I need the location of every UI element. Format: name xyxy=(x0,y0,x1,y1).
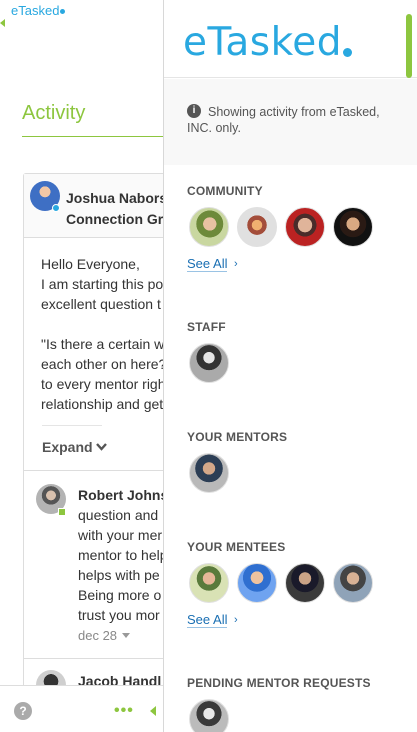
post-body: Hello Everyone, I am starting this po ex… xyxy=(41,254,181,414)
expand-button[interactable]: Expand xyxy=(42,439,108,455)
avatar[interactable] xyxy=(237,207,277,247)
title-underline xyxy=(22,136,163,137)
avatar[interactable] xyxy=(189,563,229,603)
divider xyxy=(42,425,102,426)
post-body-gap xyxy=(41,314,181,334)
post-body-line: "Is there a certain w xyxy=(41,336,165,352)
back-arrow-icon[interactable] xyxy=(0,19,5,27)
avatar[interactable] xyxy=(285,563,325,603)
chevron-right-icon: › xyxy=(234,614,238,626)
comment-date[interactable]: dec 28 xyxy=(78,628,131,643)
section-title-mentors: YOUR MENTORS xyxy=(187,430,288,444)
avatar[interactable] xyxy=(237,563,277,603)
more-icon[interactable]: ••• xyxy=(114,702,134,720)
see-all-community-link[interactable]: See All xyxy=(187,256,228,272)
avatar[interactable] xyxy=(189,343,229,383)
caret-down-icon xyxy=(122,633,131,638)
post-body-line: I am starting this po xyxy=(41,276,164,292)
divider xyxy=(24,658,182,659)
screen: eTasked Activity Joshua Nabors Connectio… xyxy=(0,0,417,732)
chevron-right-icon: › xyxy=(234,258,238,270)
info-text: Showing activity from eTasked, INC. only… xyxy=(187,105,380,135)
see-all-mentees-link[interactable]: See All xyxy=(187,612,228,628)
section-title-community: COMMUNITY xyxy=(187,184,263,198)
page-title: Activity xyxy=(22,102,86,124)
brand-dot-icon xyxy=(60,9,66,14)
avatar[interactable] xyxy=(189,699,229,732)
post-header: Joshua Nabors Connection Gr xyxy=(24,174,182,238)
online-dot-icon xyxy=(52,204,60,212)
status-dot-icon xyxy=(58,508,66,516)
divider xyxy=(24,470,182,471)
logo-bulb-icon xyxy=(343,48,353,57)
help-icon[interactable]: ? xyxy=(14,702,32,720)
avatar[interactable] xyxy=(189,453,229,493)
chevron-down-icon xyxy=(96,443,108,451)
background-brand-logo[interactable]: eTasked xyxy=(11,3,66,18)
expand-label: Expand xyxy=(42,439,93,455)
avatar[interactable] xyxy=(333,207,373,247)
avatar[interactable] xyxy=(189,207,229,247)
collapse-arrow-icon[interactable] xyxy=(150,706,156,716)
post-body-line: relationship and get xyxy=(41,396,164,412)
side-panel: eTasked i Showing activity from eTasked,… xyxy=(163,0,417,732)
section-title-mentees: YOUR MENTEES xyxy=(187,540,286,554)
post-body-line: to every mentor righ xyxy=(41,376,166,392)
post-body-line: excellent question t xyxy=(41,296,161,312)
avatar[interactable] xyxy=(333,563,373,603)
post-card: Joshua Nabors Connection Gr Hello Everyo… xyxy=(23,173,183,700)
post-body-line: each other on here? xyxy=(41,356,167,372)
comment-author[interactable]: Robert Johns xyxy=(78,487,168,503)
avatar[interactable] xyxy=(285,207,325,247)
panel-header: eTasked xyxy=(164,0,417,78)
post-body-line: Hello Everyone, xyxy=(41,256,140,272)
section-title-pending: PENDING MENTOR REQUESTS xyxy=(187,676,371,690)
scrollbar[interactable] xyxy=(406,14,412,78)
comment-date-text: dec 28 xyxy=(78,628,118,643)
bottom-toolbar: ? ••• xyxy=(0,685,163,732)
etasked-logo[interactable]: eTasked xyxy=(183,20,353,65)
section-title-staff: STAFF xyxy=(187,320,226,334)
